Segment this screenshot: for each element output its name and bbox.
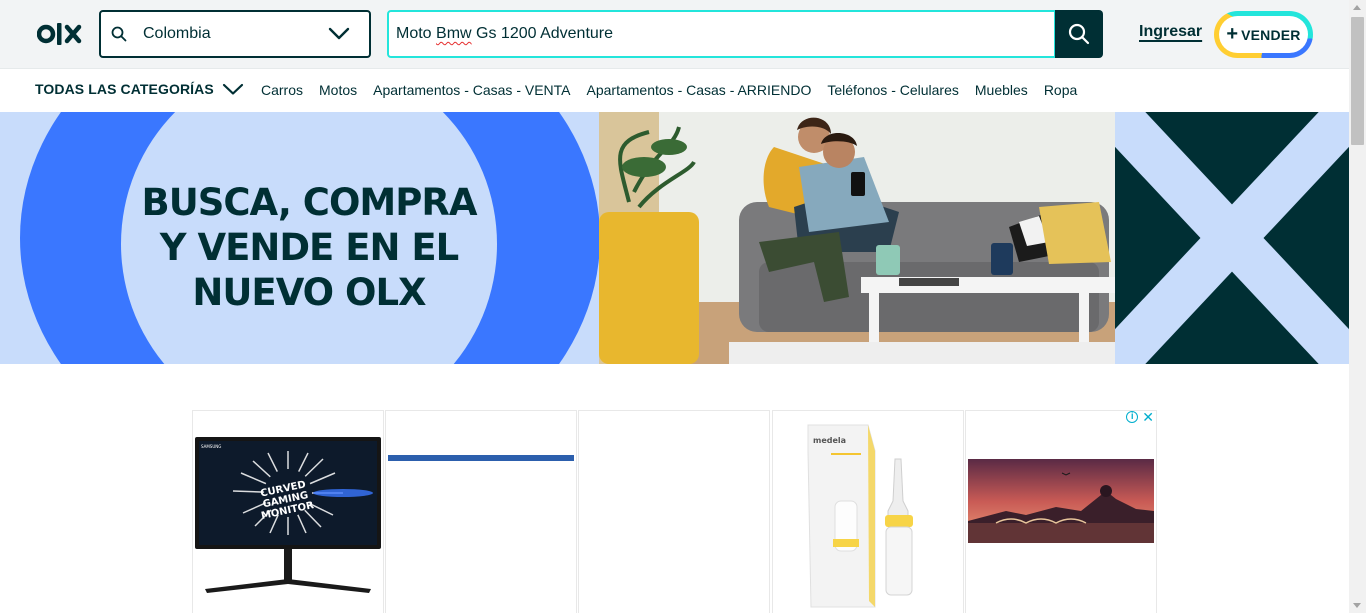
sell-button-inner: + VENDER <box>1219 16 1308 53</box>
close-icon[interactable]: ✕ <box>1142 410 1154 424</box>
banner-pattern-panel <box>1115 112 1349 364</box>
landscape-ad-image <box>968 459 1154 543</box>
scrollbar-thumb[interactable] <box>1351 17 1364 145</box>
category-link-apartamentos-arriendo[interactable]: Apartamentos - Casas - ARRIENDO <box>587 82 812 98</box>
plus-icon: + <box>1226 22 1239 45</box>
vertical-scrollbar[interactable] <box>1349 0 1366 613</box>
olx-logo[interactable] <box>37 21 83 47</box>
couple-on-sofa-image <box>599 112 1115 364</box>
location-value: Colombia <box>143 25 211 42</box>
all-categories-dropdown[interactable]: TODAS LAS CATEGORÍAS <box>35 81 244 97</box>
ad-card-landscape[interactable]: i ✕ <box>965 410 1157 613</box>
location-selector[interactable]: Colombia <box>99 10 371 58</box>
sell-button[interactable]: + VENDER <box>1214 11 1313 58</box>
search-button[interactable] <box>1055 10 1103 58</box>
search-query-suffix: Gs 1200 Adventure <box>471 25 614 42</box>
hero-banner[interactable]: BUSCA, COMPRA Y VENDE EN EL NUEVO OLX <box>0 112 1349 364</box>
category-bar: TODAS LAS CATEGORÍAS Carros Motos Aparta… <box>0 69 1349 112</box>
chevron-down-icon <box>327 22 351 46</box>
ad-strip[interactable]: SAMSUNG CURVED GAMING MONITOR medela i ✕ <box>192 410 1158 613</box>
banner-text-panel: BUSCA, COMPRA Y VENDE EN EL NUEVO OLX <box>0 112 599 364</box>
category-link-apartamentos-venta[interactable]: Apartamentos - Casas - VENTA <box>373 82 570 98</box>
monitor-ad-image: SAMSUNG CURVED GAMING MONITOR <box>195 437 381 593</box>
category-link-ropa[interactable]: Ropa <box>1044 82 1077 98</box>
login-link[interactable]: Ingresar <box>1139 23 1202 41</box>
medela-brand-text: medela <box>813 436 846 445</box>
search-icon <box>111 25 129 43</box>
ad-card-3[interactable] <box>578 410 770 613</box>
banner-headline-line3: NUEVO OLX <box>192 271 426 314</box>
monitor-brand-text: SAMSUNG <box>201 444 221 449</box>
ad-card-monitor[interactable]: SAMSUNG CURVED GAMING MONITOR <box>192 410 384 613</box>
page: Colombia Moto Bmw Gs 1200 Adventure Ingr… <box>0 0 1366 613</box>
scroll-up-arrow-icon[interactable] <box>1353 5 1361 10</box>
banner-headline: BUSCA, COMPRA Y VENDE EN EL NUEVO OLX <box>121 180 497 315</box>
category-link-carros[interactable]: Carros <box>261 82 303 98</box>
search-input[interactable]: Moto Bmw Gs 1200 Adventure <box>387 10 1056 58</box>
ad-2-image <box>388 455 574 461</box>
x-pattern-graphic <box>1115 112 1349 364</box>
bottle-ad-image: medela <box>773 415 963 613</box>
spellcheck-word: Bmw <box>436 25 472 42</box>
top-header: Colombia Moto Bmw Gs 1200 Adventure Ingr… <box>0 0 1349 69</box>
info-icon[interactable]: i <box>1126 411 1139 423</box>
scroll-down-arrow-icon[interactable] <box>1353 603 1361 608</box>
category-link-motos[interactable]: Motos <box>319 82 357 98</box>
olx-logo-icon <box>37 23 82 45</box>
ad-card-2[interactable] <box>385 410 577 613</box>
sell-label: VENDER <box>1241 26 1301 43</box>
banner-headline-line2: Y VENDE EN EL <box>159 226 459 269</box>
all-categories-label: TODAS LAS CATEGORÍAS <box>35 81 214 97</box>
banner-headline-line1: BUSCA, COMPRA <box>141 181 478 224</box>
search-query: Moto Bmw Gs 1200 Adventure <box>396 25 613 43</box>
category-link-muebles[interactable]: Muebles <box>975 82 1028 98</box>
ad-card-medela[interactable]: medela <box>772 410 964 613</box>
search-query-prefix: Moto <box>396 25 437 42</box>
banner-photo <box>599 112 1115 364</box>
search-icon <box>1068 23 1090 45</box>
ad-choices: i ✕ <box>1126 410 1154 424</box>
chevron-down-icon <box>222 83 243 95</box>
category-link-telefonos[interactable]: Teléfonos - Celulares <box>827 82 959 98</box>
category-links: Carros Motos Apartamentos - Casas - VENT… <box>261 82 1077 98</box>
